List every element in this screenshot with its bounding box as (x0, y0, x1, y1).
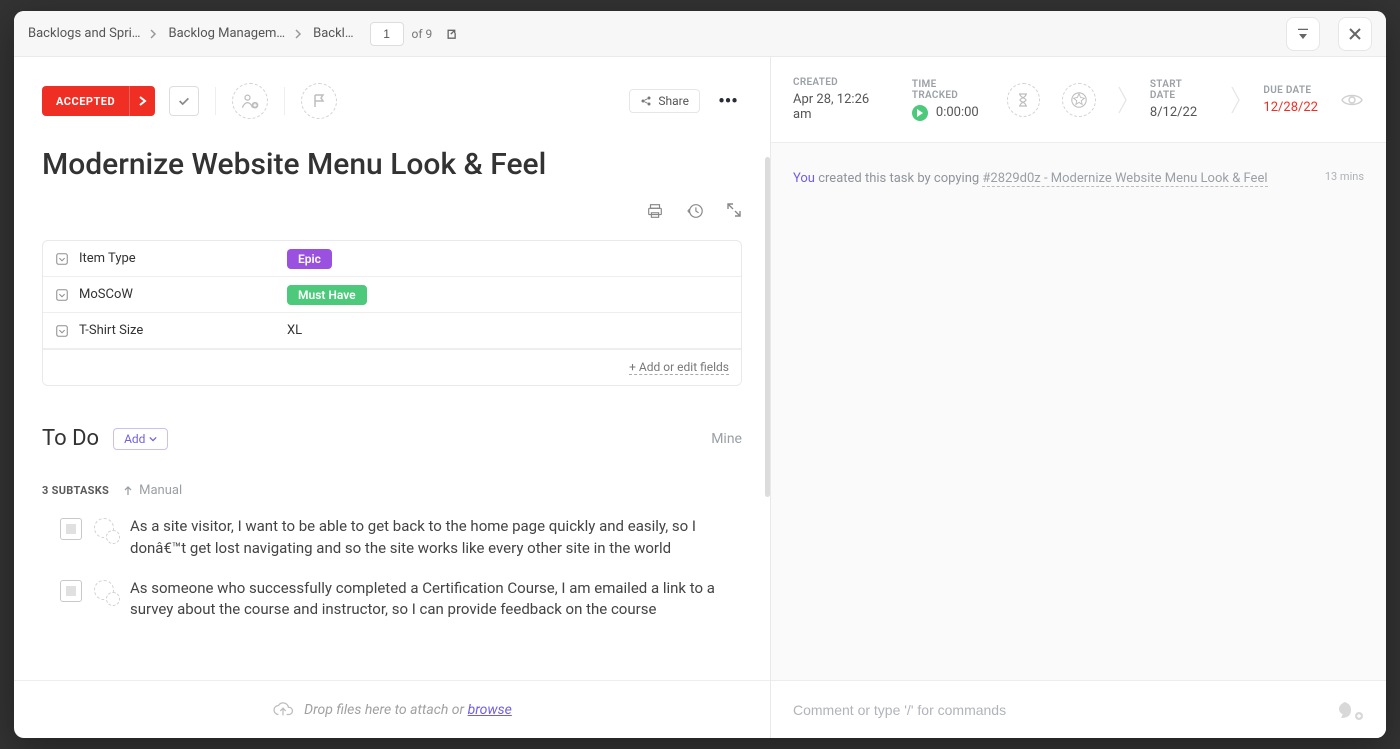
subtask-item: As a site visitor, I want to be able to … (60, 516, 742, 560)
comment-bar (771, 680, 1386, 738)
created-label: CREATED (793, 77, 890, 88)
chevron-right-icon (150, 29, 158, 39)
sprint-points-button[interactable] (1062, 83, 1096, 117)
share-label: Share (658, 94, 689, 108)
subtasks-sort-label: Manual (139, 483, 182, 498)
custom-field-value: Epic (287, 249, 332, 269)
breadcrumb-item-0[interactable]: Backlogs and Spri… (28, 26, 140, 41)
breadcrumb-item-2[interactable]: Backl… (313, 26, 353, 41)
time-tracked-label: TIME TRACKED (912, 79, 985, 101)
subtask-title[interactable]: As someone who successfully completed a … (130, 578, 742, 622)
comment-input[interactable] (793, 702, 1324, 718)
created-meta: CREATED Apr 28, 12:26 am (793, 77, 890, 122)
expand-icon[interactable] (726, 202, 742, 220)
task-modal: Backlogs and Spri… Backlog Managem… Back… (14, 11, 1386, 738)
chevron-down-icon (149, 435, 157, 443)
page-number-input[interactable] (370, 22, 404, 46)
status-next-icon[interactable] (129, 86, 155, 116)
todo-add-label: Add (124, 432, 145, 446)
open-external-icon[interactable] (440, 23, 462, 45)
separator (284, 87, 285, 115)
subtask-assignee-button[interactable] (94, 580, 118, 604)
print-icon[interactable] (646, 202, 664, 220)
history-icon[interactable] (686, 202, 704, 220)
dropdown-icon (55, 252, 69, 266)
custom-field-value: XL (287, 323, 302, 338)
cloud-upload-icon (272, 701, 294, 719)
timer-play-button[interactable] (912, 105, 928, 121)
assignee-add-button[interactable] (232, 83, 268, 119)
left-panel: ACCEPTED (14, 57, 771, 738)
breadcrumb-item-1[interactable]: Backlog Managem… (168, 26, 285, 41)
separator (215, 87, 216, 115)
dropdown-icon (55, 324, 69, 338)
task-title[interactable]: Modernize Website Menu Look & Feel (42, 147, 742, 182)
start-date-value: 8/12/22 (1150, 105, 1210, 120)
watchers-icon[interactable] (1340, 91, 1364, 109)
scrollbar[interactable] (765, 157, 770, 680)
due-date-value: 12/28/22 (1263, 100, 1318, 115)
subtask-item: As someone who successfully completed a … (60, 578, 742, 622)
page-total-label: of 9 (412, 27, 433, 41)
right-panel: CREATED Apr 28, 12:26 am TIME TRACKED 0:… (771, 57, 1386, 738)
start-date-label: START DATE (1150, 79, 1210, 101)
subtasks-sort[interactable]: Manual (123, 483, 182, 498)
share-icon (640, 95, 652, 107)
due-date-meta[interactable]: DUE DATE 12/28/22 (1263, 85, 1318, 115)
due-date-label: DUE DATE (1263, 85, 1318, 96)
todo-title: To Do (42, 426, 99, 451)
date-separator (1118, 85, 1128, 115)
time-tracked-value: 0:00:00 (936, 105, 979, 120)
time-tracked-meta: TIME TRACKED 0:00:00 (912, 79, 985, 121)
right-header: CREATED Apr 28, 12:26 am TIME TRACKED 0:… (771, 57, 1386, 143)
subtask-title[interactable]: As a site visitor, I want to be able to … (130, 516, 742, 560)
status-label: ACCEPTED (42, 86, 129, 116)
share-button[interactable]: Share (629, 89, 700, 113)
custom-field-row[interactable]: T-Shirt Size XL (43, 313, 741, 349)
fade-overlay (14, 640, 770, 680)
arrow-up-icon (123, 486, 133, 496)
subtask-status-checkbox[interactable] (60, 518, 82, 540)
custom-field-row[interactable]: MoSCoW Must Have (43, 277, 741, 313)
dropzone-text: Drop files here to attach or (304, 702, 467, 718)
subtask-assignee-button[interactable] (94, 518, 118, 542)
attachment-dropzone[interactable]: Drop files here to attach or browse (14, 680, 770, 738)
comment-send-icon[interactable] (1338, 698, 1364, 722)
collapse-button[interactable] (1286, 17, 1320, 51)
add-edit-fields-link[interactable]: + Add or edit fields (629, 360, 729, 375)
date-separator (1231, 85, 1241, 115)
chevron-right-icon (295, 29, 303, 39)
close-button[interactable] (1338, 17, 1372, 51)
subtasks-count: 3 SUBTASKS (42, 484, 109, 497)
complete-checkbox[interactable] (169, 86, 199, 116)
breadcrumb-bar: Backlogs and Spri… Backlog Managem… Back… (14, 11, 1386, 57)
more-menu-button[interactable]: ••• (714, 87, 742, 115)
estimate-button[interactable] (1007, 83, 1041, 117)
activity-feed: 13 mins You created this task by copying… (771, 143, 1386, 680)
start-date-meta[interactable]: START DATE 8/12/22 (1150, 79, 1210, 120)
dropdown-icon (55, 288, 69, 302)
custom-fields-table: Item Type Epic MoSCoW Must Have T-Shirt … (42, 240, 742, 386)
status-button[interactable]: ACCEPTED (42, 86, 155, 116)
custom-field-row[interactable]: Item Type Epic (43, 241, 741, 277)
activity-entry: 13 mins You created this task by copying… (793, 169, 1364, 189)
subtask-status-checkbox[interactable] (60, 580, 82, 602)
activity-text: created this task by copying (815, 171, 982, 186)
custom-field-label: T-Shirt Size (79, 323, 143, 338)
todo-add-button[interactable]: Add (113, 428, 168, 450)
activity-actor: You (793, 171, 815, 186)
todo-mine-toggle[interactable]: Mine (711, 431, 742, 447)
priority-flag-button[interactable] (301, 83, 337, 119)
activity-time: 13 mins (1325, 169, 1364, 186)
dropzone-browse-link[interactable]: browse (468, 702, 512, 718)
activity-link[interactable]: #2829d0z - Modernize Website Menu Look &… (982, 171, 1267, 187)
created-value: Apr 28, 12:26 am (793, 92, 890, 122)
custom-field-label: MoSCoW (79, 287, 133, 302)
custom-field-label: Item Type (79, 251, 136, 266)
custom-field-value: Must Have (287, 285, 367, 305)
